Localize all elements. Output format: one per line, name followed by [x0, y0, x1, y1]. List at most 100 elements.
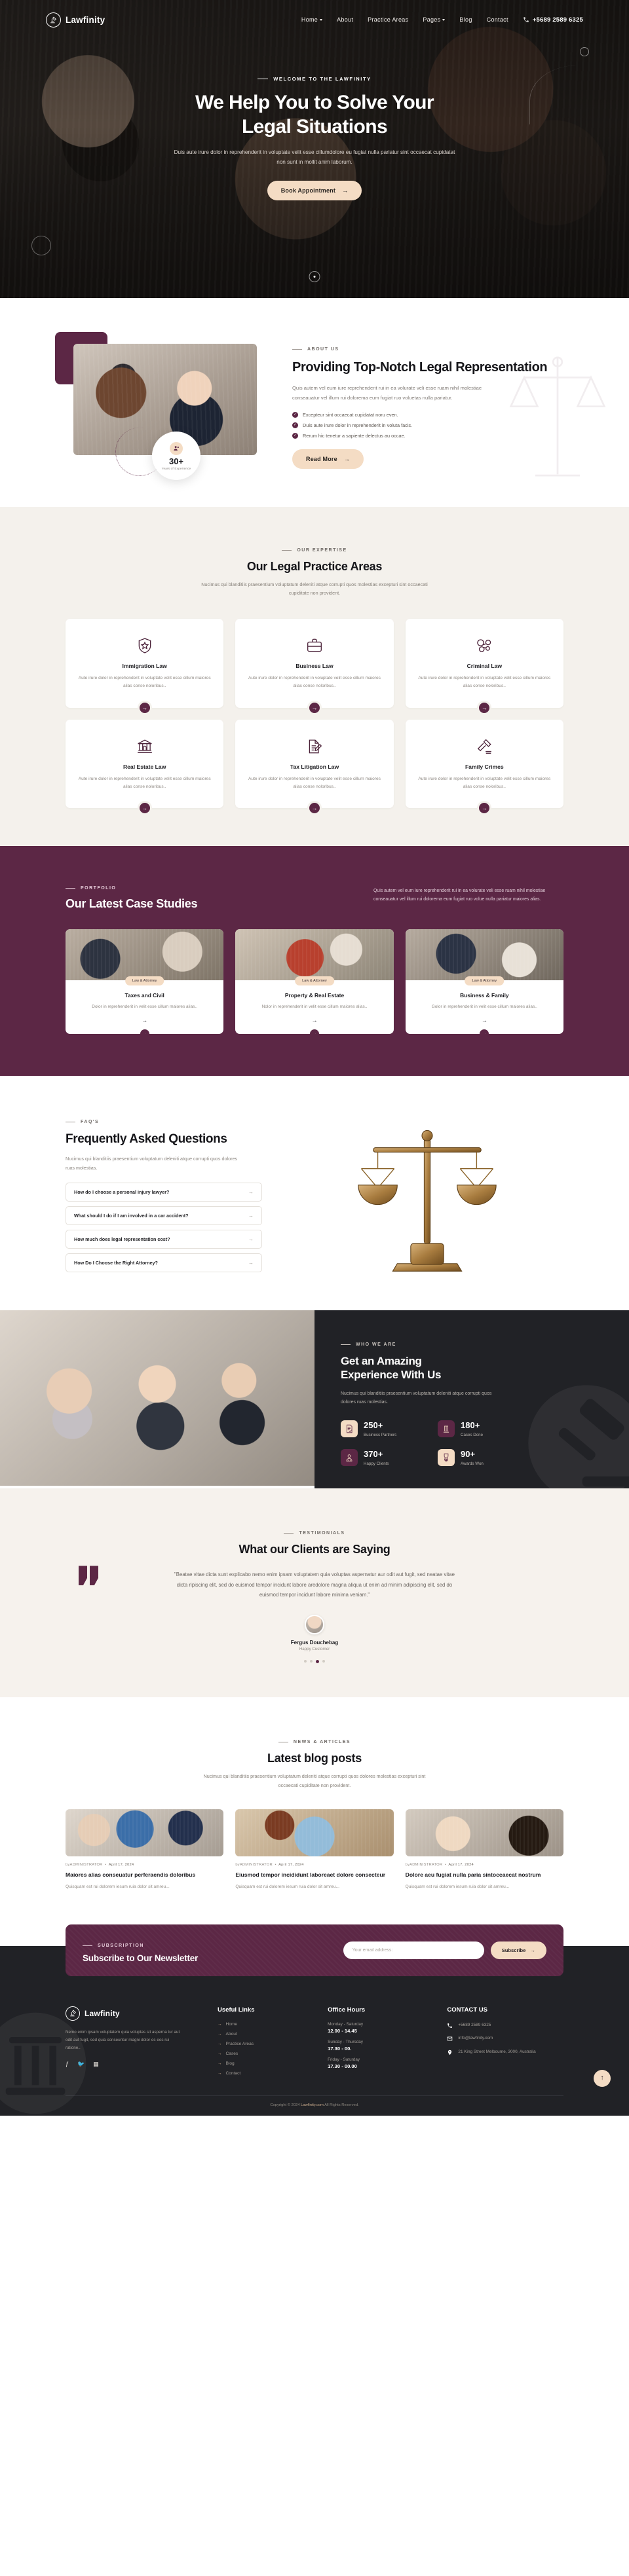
arrow-right-icon: → [343, 455, 351, 462]
footer-link-blog[interactable]: → Blog [218, 2061, 311, 2066]
chevron-down-icon [320, 18, 323, 21]
header-phone[interactable]: +5689 2589 6325 [523, 16, 583, 24]
linkedin-icon[interactable]: ▦ [93, 2061, 99, 2067]
footer-link-practice-areas[interactable]: → Practice Areas [218, 2042, 311, 2046]
copyright-brand: Lawfinity.com [301, 2103, 324, 2107]
blog-post-card[interactable]: byADMINISTRATOR • April 17, 2024 Eiusmod… [235, 1809, 394, 1891]
testimonials-title: What our Clients are Saying [238, 1543, 391, 1556]
subscribe-button[interactable]: Subscribe → [490, 1941, 546, 1959]
arrow-right-icon: → [248, 1189, 254, 1196]
blog-post-card[interactable]: byADMINISTRATOR • April 17, 2024 Maiores… [66, 1809, 224, 1891]
arrow-right-icon[interactable]: → [413, 1017, 556, 1023]
card-text: Aute irure dolor in reprehenderit in vol… [418, 676, 551, 689]
phone-number: +5689 2589 6325 [532, 16, 583, 24]
card-arrow-button[interactable]: → [307, 700, 322, 715]
card-arrow-button[interactable]: → [137, 800, 152, 815]
case-tag: Law & Attorney [465, 976, 505, 985]
case-card-taxes-and-civil[interactable]: Law & Attorney Taxes and Civil Dolor in … [66, 929, 224, 1034]
hours-time: 12.00 - 14.45 [328, 2027, 357, 2034]
faq-item[interactable]: How Do I Choose the Right Attorney? → [66, 1253, 262, 1273]
blog-author: byADMINISTRATOR [235, 1863, 273, 1868]
nav-item-practice-areas[interactable]: Practice Areas [368, 16, 408, 23]
carousel-dot[interactable] [322, 1660, 325, 1663]
footer-links-col: Useful Links → Home → About → Practice Area… [218, 2006, 311, 2076]
footer-link-contact[interactable]: → Contact [218, 2071, 311, 2076]
arrow-right-icon[interactable]: → [243, 1017, 385, 1023]
blog-header: NEWS & ARTICLES Latest blog posts Nucimu… [66, 1734, 563, 1790]
card-arrow-button[interactable]: → [137, 700, 152, 715]
practice-eyebrow-text: OUR EXPERTISE [297, 547, 347, 553]
card-title: Real Estate Law [123, 763, 166, 770]
stat-business-partners: 250+ Business Partners [341, 1420, 427, 1437]
carousel-dot[interactable] [310, 1660, 313, 1663]
phone-icon [448, 2023, 453, 2028]
testimonial-quote: "Beatae vitae dicta sunt explicabo nemo … [174, 1572, 455, 1598]
case-card-property-real-estate[interactable]: Law & Attorney Property & Real Estate No… [235, 929, 394, 1034]
stat-label: Cases Done [461, 1433, 484, 1438]
check-circle-icon: ✓ [292, 411, 298, 418]
pillar-watermark-icon [0, 2012, 86, 2114]
copyright-post: All Rights Reserved. [323, 2103, 359, 2107]
blog-author: byADMINISTRATOR [405, 1863, 443, 1868]
stat-number: 250+ [364, 1420, 383, 1431]
book-appointment-button[interactable]: Book Appointment → [267, 180, 362, 200]
contact-phone[interactable]: +5689 2589 6325 [447, 2022, 563, 2029]
hero-title-line1: We Help You to Solve Your [195, 92, 434, 113]
practice-card-family-crimes[interactable]: Family Crimes Aute irure dolor in repreh… [405, 719, 563, 815]
read-more-button[interactable]: Read More → [292, 449, 364, 469]
nav-item-pages[interactable]: Pages [423, 16, 446, 23]
blog-eyebrow: NEWS & ARTICLES [278, 1740, 351, 1744]
practice-card-criminal-law[interactable]: Criminal Law Aute irure dolor in reprehe… [405, 619, 563, 715]
testimonial-role: Happy Customer [299, 1647, 330, 1652]
case-card-business-family[interactable]: Law & Attorney Business & Family Golor i… [405, 929, 563, 1034]
nav-item-contact[interactable]: Contact [487, 16, 508, 23]
card-arrow-button[interactable]: → [307, 800, 322, 815]
faq-item[interactable]: How much does legal representation cost?… [66, 1230, 262, 1249]
nav-item-about[interactable]: About [337, 16, 353, 23]
email-input[interactable] [343, 1941, 484, 1959]
practice-card-business-law[interactable]: Business Law Aute irure dolor in reprehe… [235, 619, 394, 715]
blog-meta: byADMINISTRATOR • April 17, 2024 [235, 1863, 304, 1868]
bank-building-icon [77, 735, 212, 758]
arrow-right-icon[interactable]: → [73, 1017, 216, 1023]
arrow-right-icon: → [248, 1260, 254, 1266]
gavel-icon [417, 735, 552, 758]
testimonials-eyebrow: TESTIMONIALS [284, 1531, 345, 1536]
blog-meta: byADMINISTRATOR • April 17, 2024 [405, 1863, 474, 1868]
card-title: Tax Litigation Law [290, 763, 339, 770]
link-label: About [225, 2031, 237, 2036]
card-arrow-button[interactable]: → [477, 700, 492, 715]
footer-link-cases[interactable]: → Cases [218, 2052, 311, 2056]
card-title: Business Law [295, 663, 334, 670]
back-to-top-button[interactable]: ↑ [594, 2069, 611, 2087]
scroll-indicator[interactable] [309, 271, 320, 282]
nav-item-home[interactable]: Home [301, 16, 323, 23]
footer-link-home[interactable]: → Home [218, 2022, 311, 2027]
carousel-dot-active[interactable] [316, 1660, 319, 1664]
practice-card-immigration-law[interactable]: Immigration Law Aute irure dolor in repr… [66, 619, 224, 715]
practice-card-real-estate-law[interactable]: Real Estate Law Aute irure dolor in repr… [66, 719, 224, 815]
button-label: Read More [306, 455, 337, 462]
arrow-right-icon: → [218, 2021, 222, 2027]
card-arrow-button[interactable]: → [477, 800, 492, 815]
footer-link-about[interactable]: → About [218, 2032, 311, 2036]
practice-card-tax-litigation-law[interactable]: Tax Litigation Law Aute irure dolor in r… [235, 719, 394, 815]
nav-item-blog[interactable]: Blog [459, 16, 472, 23]
office-hours-row: Sunday - Thursday 17.30 - 00. [328, 2040, 430, 2052]
practice-eyebrow: OUR EXPERTISE [282, 548, 347, 553]
faq-item[interactable]: What should I do if I am involved in a c… [66, 1206, 262, 1226]
footer-contact-col: CONTACT US +5689 2589 6325 info@lawfinit… [447, 2006, 563, 2076]
faq-item[interactable]: How do I choose a personal injury lawyer… [66, 1183, 262, 1202]
arrow-right-icon: → [248, 1213, 254, 1219]
check-circle-icon: ✓ [292, 432, 298, 439]
blog-title: Latest blog posts [267, 1752, 362, 1765]
logo[interactable]: Lawfinity [46, 12, 105, 28]
arrow-right-icon: → [218, 2070, 222, 2076]
testimonials-eyebrow-text: TESTIMONIALS [299, 1531, 345, 1536]
nav-label: Pages [423, 16, 441, 23]
newsletter-form: Subscribe → [343, 1941, 546, 1959]
contact-email[interactable]: info@lawfinity.com [447, 2035, 563, 2042]
blog-post-card[interactable]: byADMINISTRATOR • April 17, 2024 Dolore … [405, 1809, 563, 1891]
contact-address[interactable]: 21 King Street Melbourne, 3000, Australi… [447, 2049, 563, 2056]
carousel-dot[interactable] [304, 1660, 307, 1663]
